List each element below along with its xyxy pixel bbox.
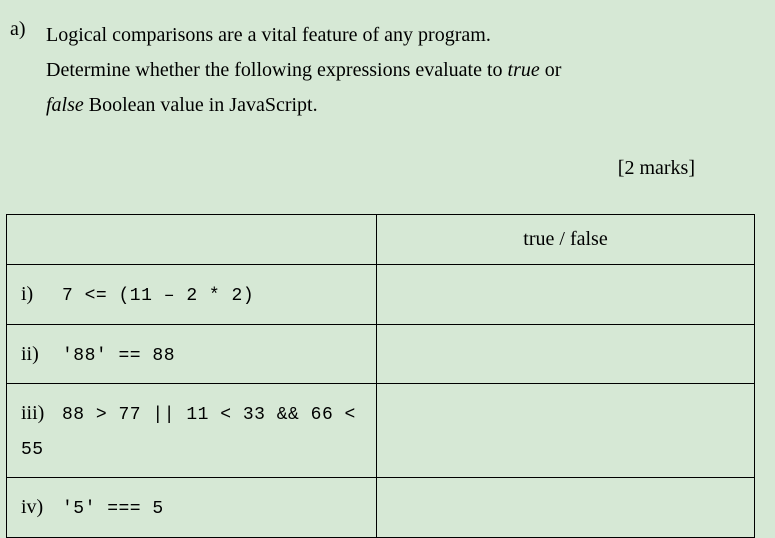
false-word: false bbox=[46, 94, 84, 116]
row-label: iv) bbox=[21, 490, 57, 524]
question-line2-mid: or bbox=[540, 59, 562, 81]
expression-cell: i) 7 <= (11 – 2 * 2) bbox=[7, 265, 377, 325]
header-answer: true / false bbox=[377, 215, 755, 265]
table-row: iv) '5' === 5 bbox=[7, 478, 755, 538]
answer-cell[interactable] bbox=[377, 324, 755, 384]
question-text: Logical comparisons are a vital feature … bbox=[46, 18, 755, 214]
table-header-row: true / false bbox=[7, 215, 755, 265]
row-label: iii) bbox=[21, 396, 57, 430]
answer-table: true / false i) 7 <= (11 – 2 * 2) ii) '8… bbox=[6, 214, 755, 538]
code-expression: '5' === 5 bbox=[62, 499, 164, 519]
code-expression: 88 > 77 || 11 < 33 && 66 < 55 bbox=[21, 405, 356, 460]
table-row: i) 7 <= (11 – 2 * 2) bbox=[7, 265, 755, 325]
row-label: ii) bbox=[21, 337, 57, 371]
expression-cell: ii) '88' == 88 bbox=[7, 324, 377, 384]
question-line1: Logical comparisons are a vital feature … bbox=[46, 24, 491, 46]
table-row: ii) '88' == 88 bbox=[7, 324, 755, 384]
table-row: iii) 88 > 77 || 11 < 33 && 66 < 55 bbox=[7, 384, 755, 478]
row-label: i) bbox=[21, 277, 57, 311]
question-letter: a) bbox=[6, 18, 36, 214]
code-expression: '88' == 88 bbox=[62, 346, 175, 366]
marks-label: [2 marks] bbox=[46, 151, 755, 186]
code-expression: 7 <= (11 – 2 * 2) bbox=[62, 286, 254, 306]
question-line2-pre: Determine whether the following expressi… bbox=[46, 59, 508, 81]
answer-cell[interactable] bbox=[377, 478, 755, 538]
answer-cell[interactable] bbox=[377, 265, 755, 325]
answer-cell[interactable] bbox=[377, 384, 755, 478]
expression-cell: iii) 88 > 77 || 11 < 33 && 66 < 55 bbox=[7, 384, 377, 478]
question-line3-post: Boolean value in JavaScript. bbox=[84, 94, 318, 116]
question-block: a) Logical comparisons are a vital featu… bbox=[6, 18, 755, 214]
expression-cell: iv) '5' === 5 bbox=[7, 478, 377, 538]
header-empty bbox=[7, 215, 377, 265]
true-word: true bbox=[508, 59, 540, 81]
